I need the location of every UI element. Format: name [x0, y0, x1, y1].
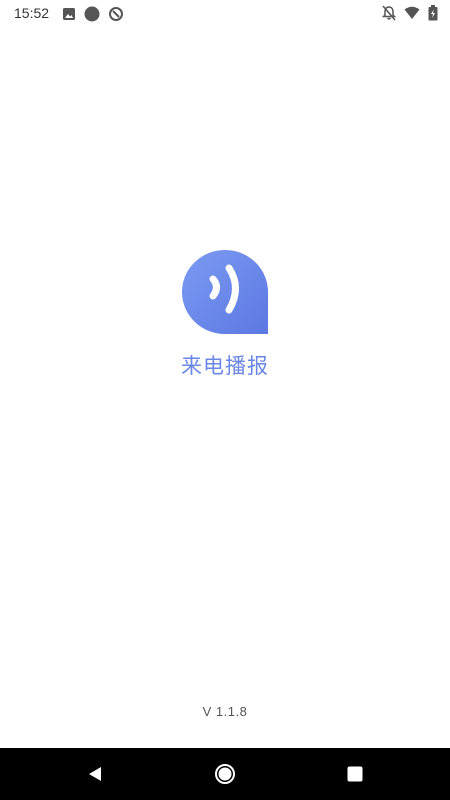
notifications-off-icon: [382, 5, 396, 21]
recents-icon: [347, 766, 363, 782]
battery-icon: [428, 5, 438, 21]
navigation-bar: [0, 748, 450, 800]
image-icon: [62, 7, 76, 21]
status-icons-left: [62, 6, 124, 22]
home-button[interactable]: [213, 762, 237, 786]
app-logo: [180, 248, 270, 336]
back-button[interactable]: [83, 762, 107, 786]
status-icons-right: [382, 5, 438, 21]
sync-icon: [108, 6, 124, 22]
app-name: 来电播报: [181, 354, 269, 378]
recents-button[interactable]: [343, 762, 367, 786]
status-bar: 15:52: [0, 0, 450, 28]
status-time: 15:52: [14, 5, 50, 21]
home-icon: [215, 764, 235, 784]
circle-icon: [84, 6, 100, 22]
back-icon: [89, 767, 101, 781]
app-version: V 1.1.8: [202, 704, 248, 719]
wifi-icon: [404, 6, 420, 20]
sound-wave-bubble-icon: [182, 250, 268, 334]
